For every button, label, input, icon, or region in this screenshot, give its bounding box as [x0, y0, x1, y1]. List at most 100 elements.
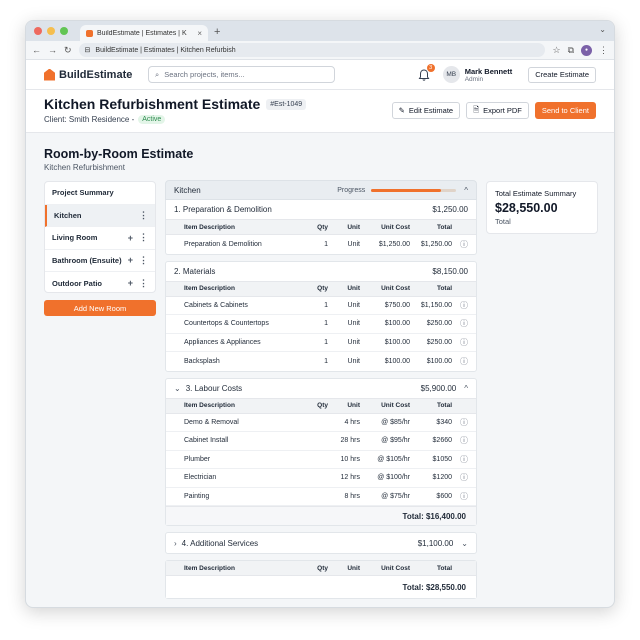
export-pdf-button[interactable]: 🗎 Export PDF: [466, 102, 529, 119]
item-description: Backsplash: [184, 357, 220, 365]
tab-bar: BuildEstimate | Estimates | K × + ⌄: [26, 21, 614, 41]
info-icon[interactable]: ⓘ: [452, 337, 468, 348]
more-options-icon[interactable]: ⋮: [139, 232, 148, 243]
info-icon[interactable]: ⓘ: [452, 300, 468, 311]
bookmark-star-icon[interactable]: ☆: [552, 45, 560, 56]
add-icon[interactable]: +: [128, 278, 133, 288]
collapse-arrow-icon[interactable]: ⌄: [174, 384, 181, 393]
collapse-chevron-icon[interactable]: ^: [464, 186, 468, 195]
chevron-down-icon[interactable]: ⌄: [461, 539, 468, 548]
reload-icon[interactable]: ↻: [64, 45, 72, 56]
sidebar-item-label: Bathroom (Ensuite): [52, 255, 122, 265]
notifications-button[interactable]: 3: [417, 63, 435, 82]
add-icon[interactable]: +: [128, 255, 133, 265]
table-row[interactable]: Cabinet Install 28 hrs @ $95/hr $2660 ⓘ: [166, 432, 476, 451]
tab-close-icon[interactable]: ×: [197, 29, 202, 38]
col-total: Total: [436, 564, 452, 572]
table-row[interactable]: Appliances & Appliances 1 Unit $100.00 $…: [166, 334, 476, 352]
brand-logo[interactable]: BuildEstimate: [44, 68, 148, 81]
info-icon[interactable]: ⓘ: [452, 356, 468, 367]
forward-arrow-icon[interactable]: →: [48, 45, 57, 55]
user-name: Mark Bennett: [464, 66, 513, 76]
room-header[interactable]: Kitchen Progress ^: [165, 180, 477, 200]
add-new-room-button[interactable]: Add New Room: [44, 300, 156, 316]
minimize-window-button[interactable]: [47, 27, 55, 35]
item-total: $600: [436, 492, 452, 500]
extensions-icon[interactable]: ⧉: [568, 45, 574, 56]
item-unit-cost: @ $100/hr: [377, 474, 410, 482]
table-row[interactable]: Countertops & Countertops 1 Unit $100.00…: [166, 315, 476, 334]
estimate-header: Kitchen Refurbishment Estimate #Est-1049…: [26, 90, 614, 133]
table-row[interactable]: Demo & Removal 4 hrs @ $85/hr $340 ⓘ: [166, 414, 476, 432]
add-icon[interactable]: +: [128, 233, 133, 243]
category-header[interactable]: › 4. Additional Services $1,100.00 ⌄: [166, 533, 476, 553]
table-row[interactable]: Plumber 10 hrs @ $105/hr $1050 ⓘ: [166, 451, 476, 469]
chevron-up-icon[interactable]: ^: [464, 384, 468, 393]
category-header[interactable]: ⌄ 3. Labour Costs $5,900.00 ^: [166, 379, 476, 399]
sidebar-item-project-summary[interactable]: Project Summary: [45, 182, 155, 205]
table-row[interactable]: Backsplash 1 Unit $100.00 $100.00 ⓘ: [166, 352, 476, 371]
url-field[interactable]: ⊟ BuildEstimate | Estimates | Kitchen Re…: [78, 43, 546, 57]
item-unit: Unit: [347, 240, 360, 248]
info-icon[interactable]: ⓘ: [452, 417, 468, 428]
browser-tab[interactable]: BuildEstimate | Estimates | K ×: [80, 25, 208, 41]
col-unit-cost: Unit Cost: [381, 402, 410, 409]
info-icon[interactable]: ⓘ: [452, 454, 468, 465]
category-header[interactable]: 1. Preparation & Demolition $1,250.00: [166, 200, 476, 220]
sidebar-item-outdoor-patio[interactable]: Outdoor Patio + ⋮: [45, 272, 155, 295]
table-row[interactable]: Electrician 12 hrs @ $100/hr $1200 ⓘ: [166, 469, 476, 488]
col-qty: Qty: [317, 223, 328, 231]
item-unit-cost: @ $85/hr: [381, 418, 410, 426]
new-tab-button[interactable]: +: [214, 25, 220, 41]
progress-bar: [371, 188, 457, 192]
more-options-icon[interactable]: ⋮: [139, 278, 148, 289]
sidebar-item-kitchen[interactable]: Kitchen ⋮: [45, 204, 155, 227]
browser-menu-icon[interactable]: ⋮: [599, 45, 608, 56]
create-estimate-button[interactable]: Create Estimate: [528, 66, 596, 83]
item-description: Cabinet Install: [184, 437, 229, 445]
info-icon[interactable]: ⓘ: [452, 318, 468, 329]
info-icon[interactable]: ⓘ: [452, 239, 468, 250]
close-window-button[interactable]: [34, 27, 42, 35]
table-row[interactable]: Preparation & Demolition 1 Unit $1,250.0…: [166, 235, 476, 254]
more-options-icon[interactable]: ⋮: [139, 255, 148, 266]
col-total: Total: [436, 402, 452, 409]
site-settings-icon[interactable]: ⊟: [85, 46, 91, 54]
table-row[interactable]: Painting 8 hrs @ $75/hr $600 ⓘ: [166, 488, 476, 506]
info-icon[interactable]: ⓘ: [452, 491, 468, 502]
category-total: $5,900.00: [420, 383, 457, 393]
info-icon[interactable]: ⓘ: [452, 472, 468, 483]
search-icon: ⌕: [155, 69, 160, 79]
item-qty: 4 hrs: [344, 418, 360, 426]
category-additional-services: › 4. Additional Services $1,100.00 ⌄: [165, 532, 477, 554]
sidebar-item-bathroom[interactable]: Bathroom (Ensuite) + ⋮: [45, 250, 155, 272]
table-row[interactable]: Cabinets & Cabinets 1 Unit $750.00 $1,15…: [166, 297, 476, 315]
item-unit-cost: $1,250.00: [378, 240, 410, 248]
expand-arrow-icon[interactable]: ›: [174, 539, 177, 548]
col-qty: Qty: [317, 402, 328, 409]
category-labour: ⌄ 3. Labour Costs $5,900.00 ^ Item Descr…: [165, 377, 477, 526]
search-input[interactable]: ⌕ Search projects, items...: [148, 66, 335, 83]
item-qty: 28 hrs: [340, 437, 360, 445]
edit-estimate-button[interactable]: ✎ Edit Estimate: [391, 102, 461, 119]
grand-total: Total: $28,550.00: [166, 576, 476, 598]
col-description: Item Description: [184, 285, 235, 292]
user-info[interactable]: Mark Bennett Admin: [465, 67, 513, 83]
more-options-icon[interactable]: ⋮: [139, 210, 148, 221]
info-icon[interactable]: ⓘ: [452, 435, 468, 446]
tab-menu-chevron-icon[interactable]: ⌄: [599, 25, 606, 34]
back-arrow-icon[interactable]: ←: [32, 45, 41, 55]
category-header[interactable]: 2. Materials $8,150.00: [166, 262, 476, 282]
grand-total-table: Item Description Qty Unit Unit Cost Tota…: [165, 560, 477, 599]
table-header: Item Description Qty Unit Unit Cost Tota…: [166, 281, 476, 297]
maximize-window-button[interactable]: [60, 27, 68, 35]
col-unit: Unit: [347, 564, 360, 572]
send-to-client-button[interactable]: Send to Client: [534, 102, 596, 119]
estimate-id-badge: #Est-1049: [266, 98, 307, 110]
user-avatar[interactable]: MB: [442, 66, 460, 83]
sidebar-item-living-room[interactable]: Living Room + ⋮: [45, 227, 155, 250]
item-total: $2660: [432, 437, 452, 445]
col-qty: Qty: [317, 564, 328, 572]
item-unit: Unit: [347, 301, 360, 309]
profile-avatar-icon[interactable]: ●: [581, 44, 592, 56]
